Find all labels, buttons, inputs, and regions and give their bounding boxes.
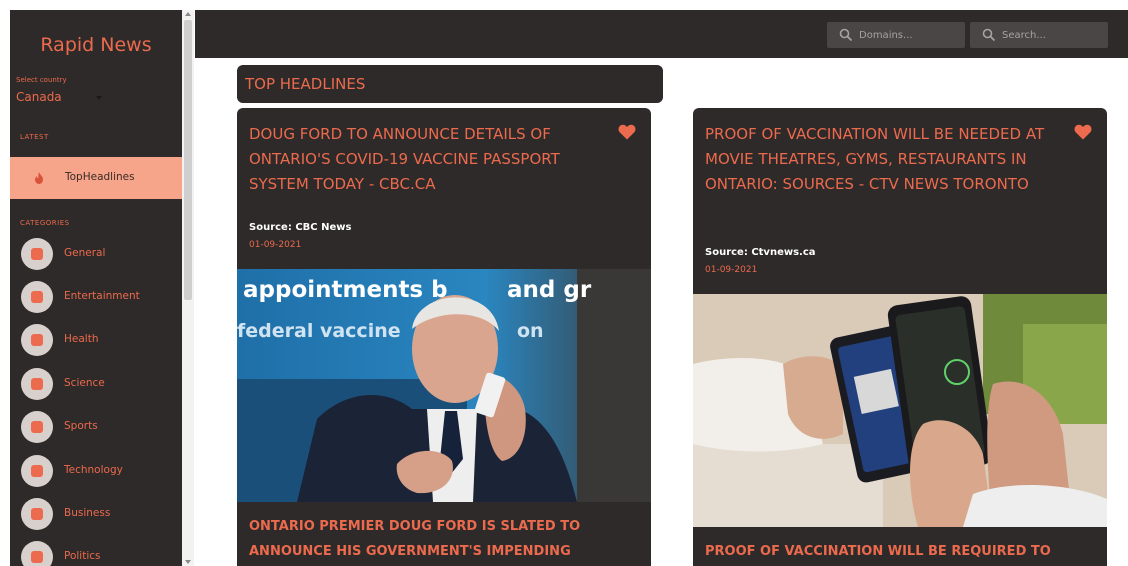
- sidebar-item-label: Business: [64, 507, 111, 519]
- technology-icon: [21, 455, 53, 487]
- categories-section-label: CATEGORIES: [20, 219, 70, 227]
- page-title: TOP HEADLINES: [245, 75, 366, 93]
- fire-icon: [35, 172, 43, 184]
- general-icon: [21, 238, 53, 270]
- sidebar-item-label: Health: [64, 333, 99, 345]
- sidebar-item-label: General: [64, 247, 106, 259]
- news-card-title[interactable]: DOUG FORD TO ANNOUNCE DETAILS OF ONTARIO…: [249, 122, 601, 197]
- health-icon: [21, 324, 53, 356]
- sidebar-item-topheadlines[interactable]: TopHeadlines: [10, 157, 182, 199]
- image-overlay-text: and gr: [507, 277, 592, 303]
- news-card-source: Source: Ctvnews.ca: [705, 247, 816, 258]
- news-card-image[interactable]: [693, 294, 1107, 527]
- sidebar-item-label: Science: [64, 377, 105, 389]
- sidebar-item-entertainment[interactable]: Entertainment: [21, 281, 181, 315]
- domains-input[interactable]: [859, 26, 955, 44]
- search-input[interactable]: [1002, 26, 1098, 44]
- sidebar-item-label: Sports: [64, 420, 98, 432]
- news-card[interactable]: PROOF OF VACCINATION WILL BE NEEDED AT M…: [693, 108, 1107, 566]
- news-card-image[interactable]: appointments b and gr federal vaccine on: [237, 269, 651, 502]
- news-card-title[interactable]: PROOF OF VACCINATION WILL BE NEEDED AT M…: [705, 122, 1057, 197]
- sidebar-item-label: Technology: [64, 464, 123, 476]
- brand-logo[interactable]: Rapid News: [10, 34, 182, 56]
- sidebar-item-science[interactable]: Science: [21, 368, 181, 402]
- entertainment-icon: [21, 281, 53, 313]
- heart-icon[interactable]: [618, 124, 636, 140]
- image-overlay-text: on: [517, 320, 544, 342]
- science-icon: [21, 368, 53, 400]
- news-card-description: PROOF OF VACCINATION WILL BE REQUIRED TO: [705, 544, 1051, 559]
- politics-icon: [21, 541, 53, 566]
- search-box[interactable]: [970, 22, 1108, 48]
- country-select[interactable]: Canada: [16, 90, 62, 104]
- sidebar-item-technology[interactable]: Technology: [21, 455, 181, 489]
- sidebar-item-business[interactable]: Business: [21, 498, 181, 532]
- chevron-down-icon[interactable]: [96, 96, 102, 100]
- image-overlay-text: federal vaccine: [237, 320, 401, 342]
- latest-section-label: LATEST: [20, 133, 49, 141]
- sidebar: Rapid News Select country Canada LATEST …: [10, 10, 182, 566]
- scroll-down-icon[interactable]: [185, 560, 191, 564]
- news-card-source: Source: CBC News: [249, 222, 352, 233]
- sidebar-item-label: Politics: [64, 550, 101, 562]
- section-title-bar: TOP HEADLINES: [237, 65, 663, 103]
- sidebar-item-sports[interactable]: Sports: [21, 411, 181, 445]
- news-card-date: 01-09-2021: [249, 240, 302, 250]
- news-card[interactable]: DOUG FORD TO ANNOUNCE DETAILS OF ONTARIO…: [237, 108, 651, 566]
- sidebar-scrollbar[interactable]: [182, 10, 194, 566]
- sports-icon: [21, 411, 53, 443]
- news-card-date: 01-09-2021: [705, 265, 758, 275]
- news-card-description: ONTARIO PREMIER DOUG FORD IS SLATED TO A…: [249, 519, 581, 559]
- country-label: Select country: [16, 76, 67, 84]
- sidebar-item-label: TopHeadlines: [65, 171, 135, 183]
- sidebar-item-health[interactable]: Health: [21, 324, 181, 358]
- heart-icon[interactable]: [1074, 124, 1092, 140]
- image-overlay-text: appointments b: [243, 277, 448, 303]
- scroll-up-icon[interactable]: [185, 12, 191, 16]
- search-icon: [839, 28, 853, 42]
- sidebar-item-general[interactable]: General: [21, 238, 181, 272]
- top-bar: [195, 10, 1128, 58]
- scrollbar-thumb[interactable]: [184, 20, 192, 300]
- domains-search-box[interactable]: [827, 22, 965, 48]
- sidebar-item-politics[interactable]: Politics: [21, 541, 181, 566]
- business-icon: [21, 498, 53, 530]
- search-icon: [982, 28, 996, 42]
- sidebar-item-label: Entertainment: [64, 290, 140, 302]
